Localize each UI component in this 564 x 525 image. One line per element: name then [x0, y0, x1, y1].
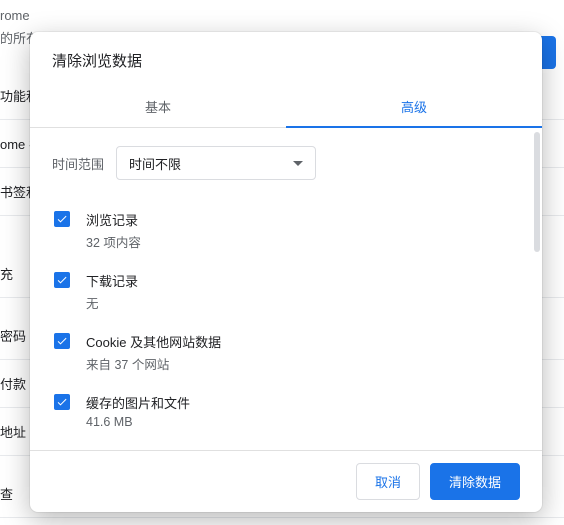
list-item: 浏览记录 32 项内容: [52, 200, 520, 261]
time-range-value: 时间不限: [129, 154, 181, 173]
list-item: 下载记录 无: [52, 261, 520, 322]
clear-data-button[interactable]: 清除数据: [430, 463, 520, 500]
time-range-label: 时间范围: [52, 154, 104, 173]
clear-browsing-data-dialog: 清除浏览数据 基本 高级 时间范围 时间不限 浏览记录 32 项内容: [30, 32, 542, 512]
checkbox-download-history[interactable]: [54, 272, 70, 288]
tab-basic[interactable]: 基本: [30, 85, 286, 127]
list-item: 密码和其他登录数据 41 个密码（用于 yfway.com、202.104.22…: [52, 439, 520, 450]
bg-row-label: 付款: [0, 374, 26, 393]
item-title: 浏览记录: [86, 210, 141, 229]
item-title: 下载记录: [86, 271, 138, 290]
list-item: Cookie 及其他网站数据 来自 37 个网站: [52, 322, 520, 383]
scrollbar[interactable]: [534, 132, 540, 252]
bg-row-label: 查: [0, 484, 13, 503]
item-title: Cookie 及其他网站数据: [86, 332, 221, 351]
list-item: 缓存的图片和文件 41.6 MB: [52, 383, 520, 439]
dialog-content: 时间范围 时间不限 浏览记录 32 项内容 下载记录 无: [30, 128, 542, 450]
time-range-select[interactable]: 时间不限: [116, 146, 316, 180]
dialog-title: 清除浏览数据: [30, 32, 542, 85]
item-title: 缓存的图片和文件: [86, 393, 190, 412]
bg-text-fragment: rome: [0, 8, 30, 23]
cancel-button[interactable]: 取消: [356, 463, 420, 500]
checkbox-cache[interactable]: [54, 394, 70, 410]
item-title: 密码和其他登录数据: [86, 449, 450, 450]
dialog-actions: 取消 清除数据: [30, 450, 542, 512]
checkbox-browsing-history[interactable]: [54, 211, 70, 227]
dialog-tabs: 基本 高级: [30, 85, 542, 128]
bg-row-label: 密码: [0, 326, 26, 345]
bg-row-label: 充: [0, 264, 13, 283]
time-range-row: 时间范围 时间不限: [52, 146, 520, 180]
bg-row-label: 地址: [0, 422, 26, 441]
chevron-down-icon: [293, 161, 303, 166]
tab-advanced[interactable]: 高级: [286, 85, 542, 127]
item-sub: 32 项内容: [86, 232, 141, 251]
item-sub: 来自 37 个网站: [86, 354, 221, 373]
item-sub: 41.6 MB: [86, 415, 190, 429]
checkbox-cookies[interactable]: [54, 333, 70, 349]
item-sub: 无: [86, 293, 138, 312]
